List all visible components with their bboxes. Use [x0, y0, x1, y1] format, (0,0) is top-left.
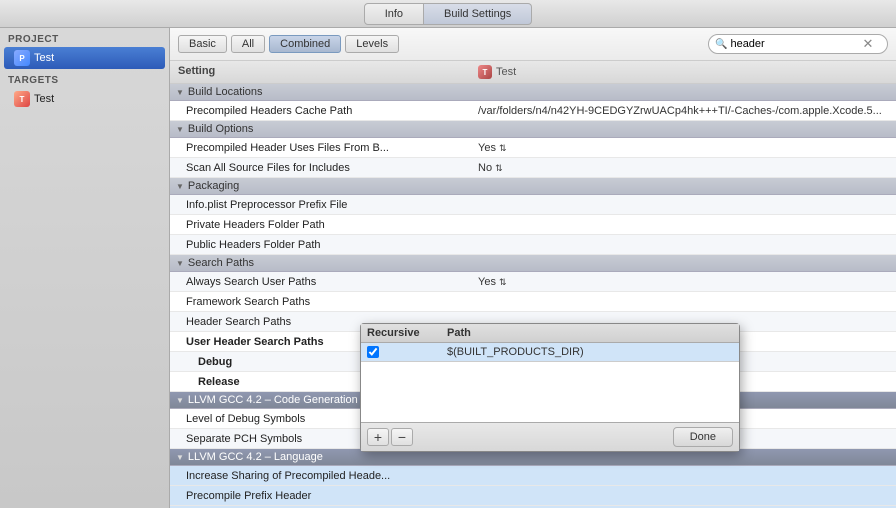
popup-remove-button[interactable]: − [391, 428, 413, 446]
popup-path-0: $(BUILT_PRODUCTS_DIR) [447, 346, 733, 358]
setting-value-public-headers[interactable] [470, 243, 896, 247]
row-infoplist-prefix: Info.plist Preprocessor Prefix File [170, 195, 896, 215]
setting-name-precompiled-headers-cache: Precompiled Headers Cache Path [170, 103, 470, 119]
section-label-build-locations: Build Locations [188, 86, 263, 98]
section-search-paths[interactable]: ▼ Search Paths [170, 255, 896, 272]
popup-th-recursive: Recursive [367, 327, 447, 339]
setting-value-infoplist-prefix[interactable] [470, 203, 896, 207]
setting-value-framework-search[interactable] [470, 300, 896, 304]
sidebar-item-project-test[interactable]: P Test [4, 47, 165, 69]
triangle-llvm-language: ▼ [176, 453, 184, 462]
project-icon: P [14, 50, 30, 66]
target-icon: T [14, 91, 30, 107]
section-build-locations[interactable]: ▼ Build Locations [170, 84, 896, 101]
setting-value-precompiled-header-uses[interactable]: Yes ⇅ [470, 140, 896, 156]
popup-overlay: Recursive Path $(BUILT_PRODUCTS_DIR) + −… [360, 323, 740, 452]
section-label-llvm-language: LLVM GCC 4.2 – Language [188, 451, 323, 463]
top-tabs-bar: Info Build Settings [0, 0, 896, 28]
section-packaging[interactable]: ▼ Packaging [170, 178, 896, 195]
row-precompiled-headers-cache: Precompiled Headers Cache Path /var/fold… [170, 101, 896, 121]
section-label-packaging: Packaging [188, 180, 239, 192]
setting-value-precompiled-headers-cache[interactable]: /var/folders/n4/n42YH-9CEDGYZrwUACp4hk++… [470, 103, 896, 119]
section-build-options[interactable]: ▼ Build Options [170, 121, 896, 138]
setting-name-precompile-prefix: Precompile Prefix Header [170, 488, 470, 504]
popup-add-button[interactable]: + [367, 428, 389, 446]
triangle-build-locations: ▼ [176, 88, 184, 97]
targets-section-header: TARGETS [0, 69, 169, 88]
setting-value-precompile-prefix[interactable] [470, 494, 896, 498]
popup-empty-area [361, 362, 739, 422]
setting-name-scan-all-source: Scan All Source Files for Includes [170, 160, 470, 176]
row-public-headers-folder: Public Headers Folder Path [170, 235, 896, 255]
section-label-llvm-code-gen: LLVM GCC 4.2 – Code Generation [188, 394, 358, 406]
setting-value-always-search[interactable]: Yes ⇅ [470, 274, 896, 290]
row-always-search-user-paths: Always Search User Paths Yes ⇅ [170, 272, 896, 292]
sidebar-target-label: Test [34, 93, 54, 105]
th-test: T Test [470, 63, 524, 81]
popup-done-button[interactable]: Done [673, 427, 733, 447]
row-precompiled-header-uses-files: Precompiled Header Uses Files From B... … [170, 138, 896, 158]
content-area: Basic All Combined Levels 🔍 ✕ Setting T … [170, 28, 896, 508]
filter-basic-button[interactable]: Basic [178, 35, 227, 53]
setting-name-infoplist-prefix: Info.plist Preprocessor Prefix File [170, 197, 470, 213]
section-label-search-paths: Search Paths [188, 257, 254, 269]
filter-search-input[interactable] [730, 38, 860, 50]
sidebar: PROJECT P Test TARGETS T Test [0, 28, 170, 508]
filter-combined-button[interactable]: Combined [269, 35, 341, 53]
filter-search-box: 🔍 ✕ [708, 34, 888, 54]
sidebar-item-target-test[interactable]: T Test [0, 88, 169, 110]
tab-build-settings[interactable]: Build Settings [424, 3, 532, 25]
filter-search-icon: 🔍 [715, 39, 727, 50]
sidebar-project-label: Test [34, 52, 54, 64]
test-icon: T [478, 65, 492, 79]
popup-checkbox-0[interactable] [367, 346, 379, 358]
section-label-build-options: Build Options [188, 123, 253, 135]
setting-value-private-headers[interactable] [470, 223, 896, 227]
setting-value-increase-sharing[interactable] [470, 474, 896, 478]
th-setting: Setting [170, 63, 470, 81]
table-header-row: Setting T Test [170, 61, 896, 84]
triangle-build-options: ▼ [176, 125, 184, 134]
filter-all-button[interactable]: All [231, 35, 265, 53]
project-section-header: PROJECT [0, 28, 169, 47]
triangle-search-paths: ▼ [176, 259, 184, 268]
filter-clear-button[interactable]: ✕ [862, 36, 873, 52]
popup-add-remove-buttons: + − [367, 428, 413, 446]
row-precompile-prefix-header: Precompile Prefix Header [170, 486, 896, 506]
row-private-headers-folder: Private Headers Folder Path [170, 215, 896, 235]
th-value: Test [496, 66, 516, 78]
setting-name-public-headers: Public Headers Folder Path [170, 237, 470, 253]
row-increase-sharing: Increase Sharing of Precompiled Heade... [170, 466, 896, 486]
filter-levels-button[interactable]: Levels [345, 35, 399, 53]
popup-table-header: Recursive Path [361, 324, 739, 343]
popup-recursive-0 [367, 346, 447, 358]
triangle-packaging: ▼ [176, 182, 184, 191]
setting-name-always-search: Always Search User Paths [170, 274, 470, 290]
popup-row-0[interactable]: $(BUILT_PRODUCTS_DIR) [361, 343, 739, 362]
main-layout: PROJECT P Test TARGETS T Test Basic All … [0, 28, 896, 508]
setting-name-private-headers: Private Headers Folder Path [170, 217, 470, 233]
popup-footer: + − Done [361, 422, 739, 451]
setting-value-scan-all-source[interactable]: No ⇅ [470, 160, 896, 176]
setting-name-precompiled-header-uses: Precompiled Header Uses Files From B... [170, 140, 470, 156]
setting-name-framework-search: Framework Search Paths [170, 294, 470, 310]
row-scan-all-source-files: Scan All Source Files for Includes No ⇅ [170, 158, 896, 178]
filter-row: Basic All Combined Levels 🔍 ✕ [170, 28, 896, 61]
triangle-llvm-code-gen: ▼ [176, 396, 184, 405]
popup-th-path: Path [447, 327, 733, 339]
setting-name-increase-sharing: Increase Sharing of Precompiled Heade... [170, 468, 470, 484]
tab-info[interactable]: Info [364, 3, 424, 25]
row-framework-search-paths: Framework Search Paths [170, 292, 896, 312]
